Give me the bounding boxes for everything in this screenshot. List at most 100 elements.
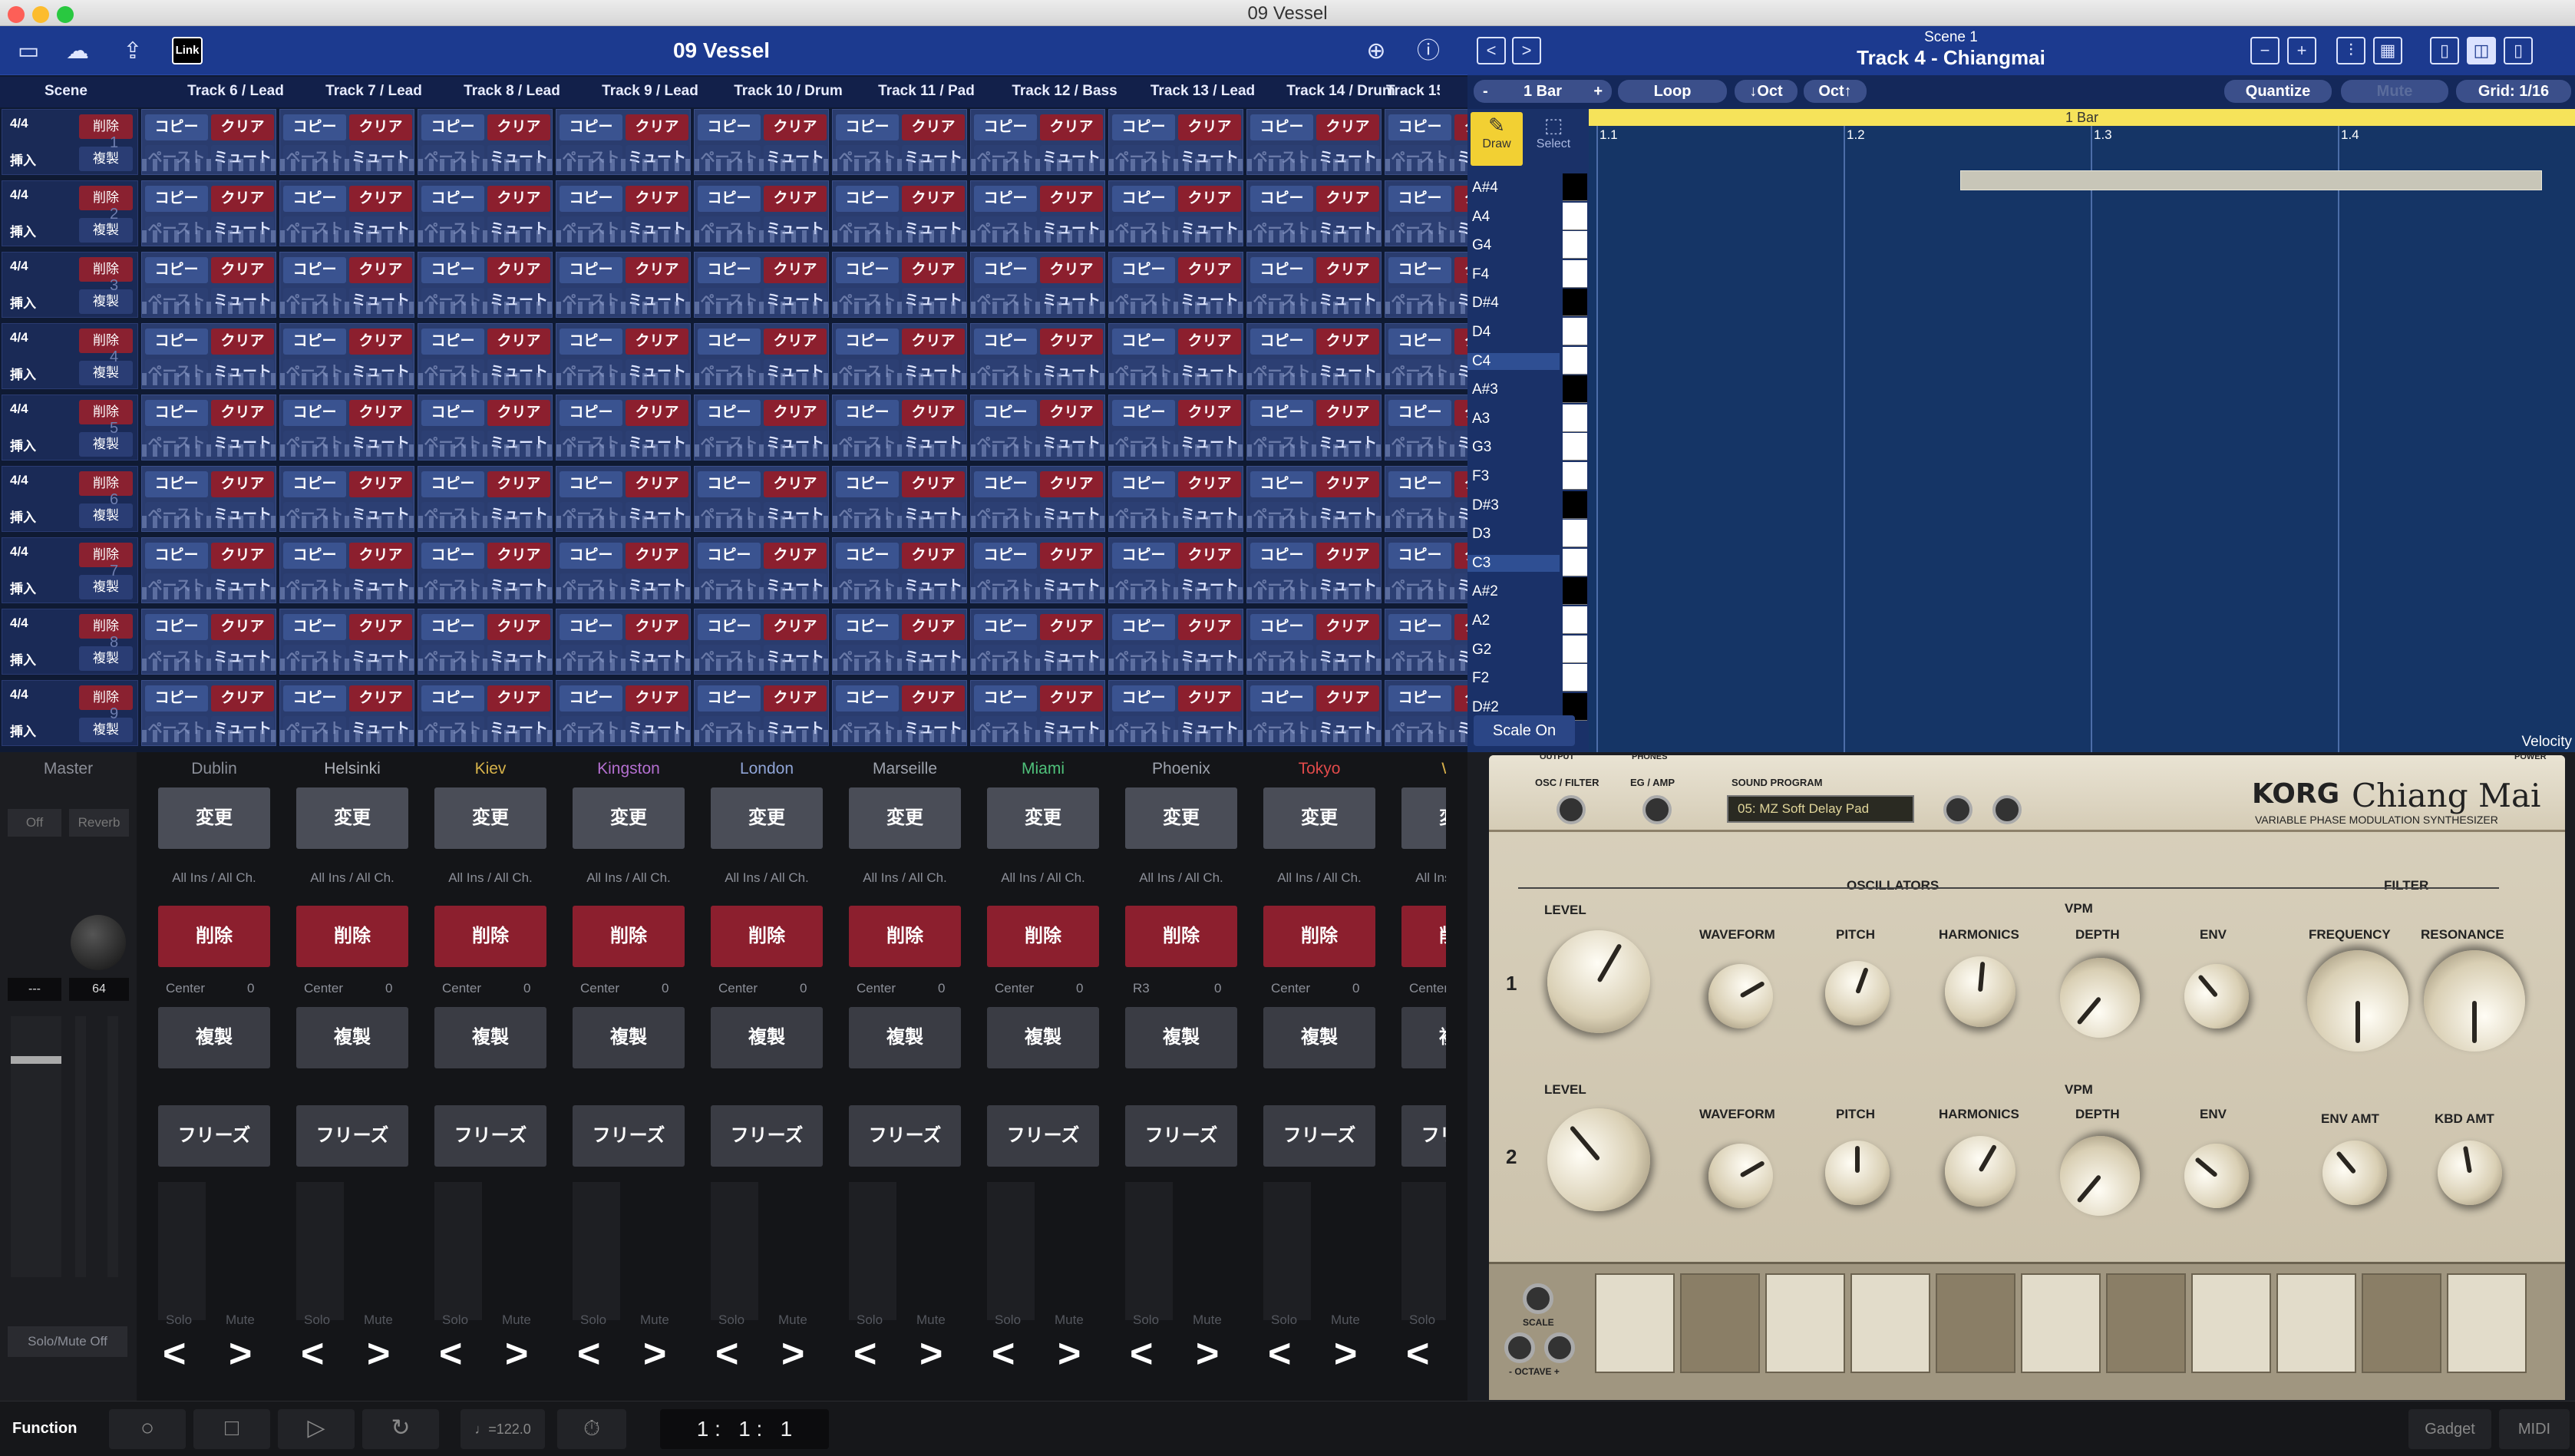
scene-insert-button[interactable]: 挿入 [10, 221, 36, 240]
clip-cell[interactable]: コピークリアペーストミュート [556, 609, 691, 675]
clip-cell[interactable]: コピークリアペーストミュート [832, 609, 967, 675]
clip-clear-button[interactable]: クリア [1178, 471, 1241, 497]
scene-delete-button[interactable]: 削除 [79, 186, 133, 210]
clip-clear-button[interactable]: クリア [211, 186, 274, 212]
clip-clear-button[interactable]: クリア [764, 329, 827, 355]
scene-insert-button[interactable]: 挿入 [10, 292, 36, 312]
clip-clear-button[interactable]: クリア [349, 614, 412, 640]
clip-cell[interactable]: コピークリアペーストミュート [556, 252, 691, 318]
channel-delete-button[interactable]: 削除 [987, 906, 1099, 967]
io-label[interactable]: All Ins / All Ch. [840, 870, 970, 886]
mute-button[interactable]: Mute [2341, 80, 2448, 103]
scene-insert-button[interactable]: 挿入 [10, 364, 36, 383]
clip-copy-button[interactable]: コピー [836, 400, 899, 426]
next-track-button[interactable]: > [1512, 37, 1541, 64]
scene-delete-button[interactable]: 削除 [79, 685, 133, 710]
osc1-harmonics-knob[interactable] [1942, 953, 2019, 1030]
clip-cell[interactable]: コピークリアペーストミュート [141, 466, 276, 532]
clip-clear-button[interactable]: クリア [211, 114, 274, 140]
play-button[interactable]: ▷ [278, 1409, 355, 1449]
clip-clear-button[interactable]: クリア [1316, 186, 1379, 212]
change-gadget-button[interactable]: 変更 [1263, 787, 1375, 849]
clip-cell[interactable]: コピークリアペーストミュート [556, 395, 691, 461]
clip-clear-button[interactable]: クリア [349, 114, 412, 140]
channel-delete-button[interactable]: 削除 [711, 906, 823, 967]
clip-cell[interactable]: コピークリアペーストミュート [1246, 680, 1382, 746]
clip-copy-button[interactable]: コピー [1112, 329, 1175, 355]
clip-clear-button[interactable]: クリア [1454, 114, 1467, 140]
clip-copy-button[interactable]: コピー [836, 685, 899, 711]
chevron-left-icon[interactable]: < [163, 1331, 186, 1377]
clip-clear-button[interactable]: クリア [764, 685, 827, 711]
clip-clear-button[interactable]: クリア [1040, 400, 1103, 426]
clip-cell[interactable]: コピークリアペーストミュート [832, 180, 967, 246]
clip-cell[interactable]: コピークリアペーストミュート [418, 680, 553, 746]
synth-key-pad[interactable] [1850, 1273, 1930, 1373]
clip-copy-button[interactable]: コピー [974, 543, 1037, 569]
channel-delete-button[interactable]: 削除 [296, 906, 408, 967]
channel-fader[interactable] [434, 1182, 482, 1320]
reverb-button[interactable]: Reverb [69, 809, 129, 837]
clip-copy-button[interactable]: コピー [283, 543, 346, 569]
metronome-button[interactable]: ⏱ [557, 1409, 626, 1449]
clip-copy-button[interactable]: コピー [1112, 471, 1175, 497]
track-header[interactable]: Track 9 / Lead [585, 83, 715, 100]
clip-clear-button[interactable]: クリア [626, 257, 688, 283]
clip-copy-button[interactable]: コピー [1388, 329, 1451, 355]
io-label[interactable]: All Ins / All Ch. [563, 870, 694, 886]
freeze-button[interactable]: フリーズ [296, 1105, 408, 1167]
clip-clear-button[interactable]: クリア [1316, 543, 1379, 569]
function-button[interactable]: Function [12, 1420, 77, 1438]
channel-delete-button[interactable]: 削除 [1125, 906, 1237, 967]
clip-cell[interactable]: コピークリアペーストミュート [279, 395, 414, 461]
clip-copy-button[interactable]: コピー [1250, 329, 1313, 355]
scene-duplicate-button[interactable]: 複製 [79, 646, 133, 671]
clip-clear-button[interactable]: クリア [764, 543, 827, 569]
clip-copy-button[interactable]: コピー [1388, 400, 1451, 426]
clip-cell[interactable]: コピークリアペーストミュート [832, 466, 967, 532]
channel-duplicate-button[interactable]: 複製 [1263, 1007, 1375, 1068]
clip-clear-button[interactable]: クリア [1316, 614, 1379, 640]
clip-cell[interactable]: コピークリアペーストミュート [832, 109, 967, 175]
clip-clear-button[interactable]: クリア [1454, 400, 1467, 426]
freeze-button[interactable]: フリーズ [434, 1105, 546, 1167]
clip-copy-button[interactable]: コピー [836, 186, 899, 212]
clip-copy-button[interactable]: コピー [283, 614, 346, 640]
channel-duplicate-button[interactable]: 複製 [849, 1007, 961, 1068]
clip-copy-button[interactable]: コピー [283, 685, 346, 711]
clip-copy-button[interactable]: コピー [145, 543, 208, 569]
scene-delete-button[interactable]: 削除 [79, 257, 133, 282]
piano-key[interactable] [1563, 173, 1587, 201]
clip-copy-button[interactable]: コピー [974, 114, 1037, 140]
synth-key-pad[interactable] [2447, 1273, 2527, 1373]
chevron-left-icon[interactable]: < [715, 1331, 738, 1377]
clip-copy-button[interactable]: コピー [421, 614, 484, 640]
clip-copy-button[interactable]: コピー [1112, 543, 1175, 569]
change-gadget-button[interactable]: 変更 [1401, 787, 1446, 849]
clip-copy-button[interactable]: コピー [283, 400, 346, 426]
piano-key[interactable] [1563, 520, 1587, 548]
clip-clear-button[interactable]: クリア [764, 471, 827, 497]
clip-copy-button[interactable]: コピー [1250, 543, 1313, 569]
chevron-right-icon[interactable]: > [781, 1331, 804, 1377]
clip-copy-button[interactable]: コピー [421, 329, 484, 355]
clip-clear-button[interactable]: クリア [1316, 114, 1379, 140]
osc2-harmonics-knob[interactable] [1932, 1123, 2029, 1220]
filter-resonance-knob[interactable] [2424, 950, 2525, 1052]
clip-cell[interactable]: コピークリアペーストミュート [1108, 680, 1243, 746]
clip-clear-button[interactable]: クリア [902, 471, 965, 497]
clip-clear-button[interactable]: クリア [487, 471, 550, 497]
clip-clear-button[interactable]: クリア [1316, 257, 1379, 283]
freeze-button[interactable]: フリーズ [158, 1105, 270, 1167]
scene-duplicate-button[interactable]: 複製 [79, 289, 133, 314]
clip-cell[interactable]: コピークリアペーストミュート [1246, 466, 1382, 532]
pan-label[interactable]: Center [166, 981, 205, 996]
clip-clear-button[interactable]: クリア [349, 329, 412, 355]
clip-cell[interactable]: コピークリアペーストミュート [418, 109, 553, 175]
clip-copy-button[interactable]: コピー [974, 257, 1037, 283]
keyboard-view-icon[interactable]: ▦ [2373, 37, 2402, 64]
clip-copy-button[interactable]: コピー [698, 186, 761, 212]
clip-clear-button[interactable]: クリア [902, 114, 965, 140]
link-button[interactable]: Link [172, 37, 203, 64]
clip-clear-button[interactable]: クリア [211, 614, 274, 640]
